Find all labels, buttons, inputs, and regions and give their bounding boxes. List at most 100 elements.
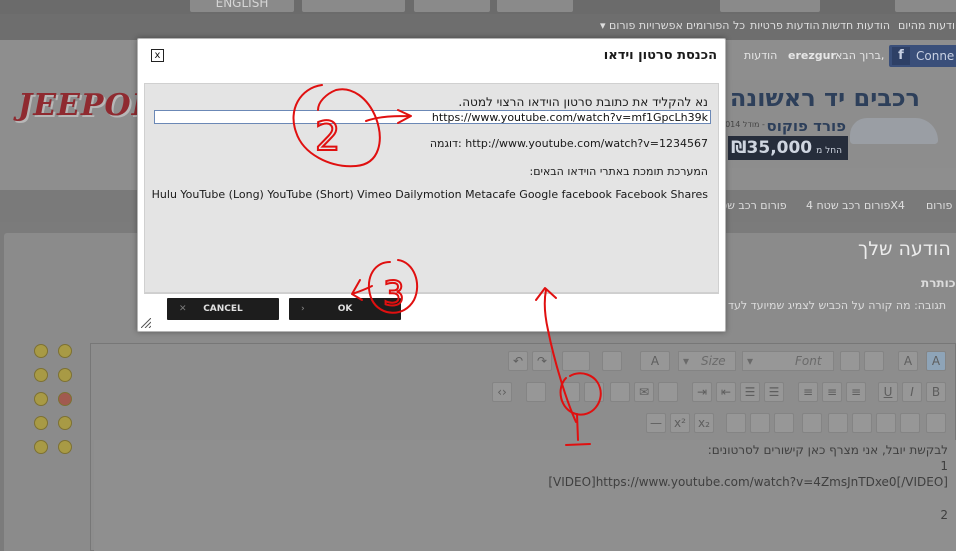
- smiley-icon[interactable]: [34, 368, 48, 382]
- chevron-down-icon: ▾: [683, 354, 690, 368]
- dialog-footer: ✕ CANCEL › OK: [144, 293, 719, 325]
- table-icon[interactable]: [828, 413, 848, 433]
- table-icon[interactable]: [726, 413, 746, 433]
- ad-model: מודל 2014 -: [720, 120, 765, 129]
- sub-navigation: הודעות מהיום הודעות חדשות הודעות פרטיות …: [0, 14, 956, 41]
- car-image: [850, 118, 938, 144]
- align-right-icon[interactable]: ≡: [846, 382, 866, 402]
- nav-tab[interactable]: [895, 0, 956, 12]
- table-icon[interactable]: [876, 413, 896, 433]
- shekel-symbol: ₪: [731, 138, 747, 158]
- nav-tab[interactable]: [720, 0, 820, 12]
- close-icon[interactable]: x: [151, 49, 164, 62]
- paste-text-icon[interactable]: [840, 351, 860, 371]
- table-icon[interactable]: [900, 413, 920, 433]
- facebook-icon: f: [892, 47, 910, 65]
- nav-private-messages[interactable]: הודעות פרטיות: [750, 19, 820, 32]
- nav-todays-posts[interactable]: הודעות מהיום: [898, 19, 956, 32]
- insert-video-dialog: הכנסת סרטון וידאו x נא להקליד את כתובת ס…: [137, 38, 726, 332]
- font-style-icon[interactable]: A: [640, 351, 670, 371]
- horizontal-rule-icon[interactable]: —: [646, 413, 666, 433]
- editor-line: 2: [940, 508, 948, 522]
- text-color-icon[interactable]: A: [898, 351, 918, 371]
- image-icon[interactable]: [610, 382, 630, 402]
- bullet-list-icon[interactable]: ☰: [740, 382, 760, 402]
- underline-icon[interactable]: U: [878, 382, 898, 402]
- email-icon[interactable]: ✉: [634, 382, 654, 402]
- ad-subtitle: פורד פוקוס: [766, 117, 847, 135]
- indent-icon[interactable]: ⇥: [692, 382, 712, 402]
- greeting-text: ברוך הבא,: [835, 49, 885, 62]
- nav-tab[interactable]: [497, 0, 573, 12]
- table-icon[interactable]: [750, 413, 770, 433]
- table-icon[interactable]: [802, 413, 822, 433]
- italic-icon[interactable]: I: [902, 382, 922, 402]
- emoji-icon[interactable]: [602, 351, 622, 371]
- quote-icon[interactable]: [526, 382, 546, 402]
- redo-icon[interactable]: ↷: [532, 351, 552, 371]
- chevron-down-icon: ▾: [747, 354, 754, 368]
- table-icon[interactable]: [852, 413, 872, 433]
- facebook-connect-button[interactable]: f Conne: [889, 45, 956, 67]
- supported-sites-label: המערכת תומכת באתרי הוידאו הבאים:: [529, 165, 708, 178]
- video-url-input[interactable]: [154, 110, 711, 124]
- attach-icon[interactable]: [562, 351, 590, 371]
- nav-tab[interactable]: [414, 0, 490, 12]
- link-icon[interactable]: [658, 382, 678, 402]
- smiley-icon[interactable]: [58, 440, 72, 454]
- ad-banner[interactable]: רכבים יד ראשונה פורד פוקוס מודל 2014 - ₪…: [712, 80, 956, 168]
- size-select[interactable]: ▾ Size: [678, 351, 736, 371]
- top-navigation: ENGLISH: [0, 0, 956, 14]
- table-icon[interactable]: [926, 413, 946, 433]
- align-left-icon[interactable]: ≡: [798, 382, 818, 402]
- resize-grip-icon[interactable]: [141, 318, 151, 328]
- smiley-icon[interactable]: [58, 368, 72, 382]
- nav-tab[interactable]: [302, 0, 405, 12]
- nav-tab-english[interactable]: ENGLISH: [190, 0, 294, 12]
- cancel-button[interactable]: ✕ CANCEL: [167, 298, 279, 320]
- remove-format-icon[interactable]: A: [926, 351, 946, 371]
- ad-price: ₪35,000 החל מ: [728, 136, 848, 160]
- editor-line: 1: [940, 459, 948, 473]
- superscript-icon[interactable]: x²: [670, 413, 690, 433]
- x-icon: ✕: [179, 304, 187, 314]
- smiley-icon[interactable]: [58, 392, 72, 406]
- smiley-icon[interactable]: [58, 416, 72, 430]
- smiley-icon[interactable]: [34, 344, 48, 358]
- ok-button[interactable]: › OK: [289, 298, 401, 320]
- dialog-instruction: נא להקליד את כתובת סרטון הוידאו הרצוי למ…: [458, 95, 708, 109]
- editor-video-tag: [VIDEO]https://www.youtube.com/watch?v=4…: [548, 475, 948, 489]
- chevron-down-icon: ▾: [600, 19, 610, 32]
- subject-label: כותרת:: [921, 276, 956, 290]
- nav-all-forums[interactable]: כל הפורומים: [686, 19, 745, 32]
- breadcrumb-4x4-forum[interactable]: פורום רכב שטח 4X4: [806, 199, 905, 212]
- smiley-icon[interactable]: [34, 440, 48, 454]
- breadcrumb-current[interactable]: פורום רכב שט: [720, 199, 787, 212]
- dialog-body: נא להקליד את כתובת סרטון הוידאו הרצוי למ…: [144, 83, 719, 293]
- undo-icon[interactable]: ↶: [508, 351, 528, 371]
- movie-icon[interactable]: [560, 382, 580, 402]
- messages-link[interactable]: הודעות: [744, 49, 777, 62]
- url-example: דוגמה: http://www.youtube.com/watch?v=12…: [429, 137, 708, 150]
- ad-headline: רכבים יד ראשונה: [729, 84, 920, 112]
- table-icon[interactable]: [774, 413, 794, 433]
- align-center-icon[interactable]: ≡: [822, 382, 842, 402]
- nav-forum-options[interactable]: ▾ אפשרויות פורום: [600, 19, 683, 32]
- video-icon[interactable]: [584, 382, 604, 402]
- supported-sites-list: Hulu YouTube (Long) YouTube (Short) Vime…: [151, 188, 708, 201]
- paste-icon[interactable]: [864, 351, 884, 371]
- smiley-icon[interactable]: [34, 416, 48, 430]
- message-textarea[interactable]: לבקשת יובל, אני מצרף כאן קישורים לסרטוני…: [94, 440, 956, 551]
- username-link[interactable]: erezgur: [788, 49, 836, 62]
- source-code-icon[interactable]: ‹›: [492, 382, 512, 402]
- subscript-icon[interactable]: x₂: [694, 413, 714, 433]
- breadcrumb-forum[interactable]: פורום: [926, 199, 952, 212]
- numbered-list-icon[interactable]: ☰: [764, 382, 784, 402]
- smiley-icon[interactable]: [58, 344, 72, 358]
- smiley-icon[interactable]: [34, 392, 48, 406]
- page-title: הודעה שלך: [858, 238, 951, 260]
- outdent-icon[interactable]: ⇤: [716, 382, 736, 402]
- nav-new-posts[interactable]: הודעות חדשות: [822, 19, 890, 32]
- bold-icon[interactable]: B: [926, 382, 946, 402]
- font-select[interactable]: ▾ Font: [742, 351, 834, 371]
